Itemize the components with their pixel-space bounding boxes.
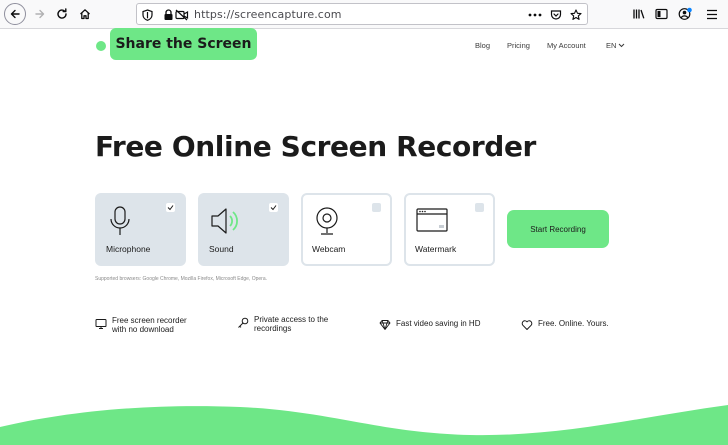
feature-line-1: Fast video saving in HD [396,319,481,328]
url-text[interactable]: https://screencapture.com [194,8,342,21]
sidebar-icon [654,8,668,20]
nav-blog[interactable]: Blog [475,41,490,50]
back-button[interactable] [4,3,26,25]
feature-item: Fast video saving in HD [379,319,480,331]
camera-blocked-icon[interactable] [174,7,190,23]
shield-icon[interactable] [139,7,155,23]
sound-label: Sound [209,244,234,254]
option-webcam[interactable]: Webcam [301,193,392,266]
supported-browsers-note: Supported browsers: Google Chrome, Mozil… [95,276,268,282]
back-icon [10,9,20,19]
bookmark-star-icon[interactable] [568,7,584,23]
diamond-icon [379,320,391,330]
webcam-checkbox[interactable] [372,203,381,212]
url-bar[interactable]: https://screencapture.com [136,3,588,25]
forward-button[interactable] [29,3,51,25]
library-button[interactable] [628,3,650,25]
nav-pricing[interactable]: Pricing [507,41,530,50]
sidebar-button[interactable] [650,3,672,25]
start-recording-button[interactable]: Start Recording [507,210,609,248]
heart-icon [521,320,533,330]
forward-icon [35,9,45,19]
library-icon [633,9,645,19]
language-label: EN [606,41,617,50]
microphone-icon [110,206,130,235]
microphone-checkbox[interactable] [166,203,175,212]
pocket-icon[interactable] [548,7,564,23]
account-button[interactable] [674,3,696,25]
page-title: Free Online Screen Recorder [95,130,536,163]
nav-language[interactable]: EN [606,41,625,50]
option-watermark[interactable]: Watermark [404,193,495,266]
feature-item: Free. Online. Yours. [521,319,609,331]
feature-item: Private access to the recordings [237,315,328,333]
site-logo-text: Share the Screen [115,36,252,52]
feature-line-1: Free. Online. Yours. [538,319,609,328]
key-icon [238,317,249,328]
watermark-icon [416,208,448,232]
browser-toolbar: https://screencapture.com [0,0,728,29]
webcam-label: Webcam [312,244,346,254]
watermark-checkbox[interactable] [475,203,484,212]
menu-button[interactable] [701,3,723,25]
reload-icon [57,8,67,19]
sound-checkbox[interactable] [269,203,278,212]
feature-line-2: with no download [112,325,174,334]
start-recording-label: Start Recording [530,224,586,234]
nav-my-account[interactable]: My Account [547,41,586,50]
monitor-icon [95,319,107,329]
feature-line-1: Private access to the [254,315,329,324]
feature-item: Free screen recorder with no download [95,316,187,334]
logo-dot [96,41,106,51]
check-icon [167,205,174,211]
menu-icon [707,9,717,19]
chevron-down-icon [619,43,625,48]
microphone-label: Microphone [106,244,151,254]
option-sound[interactable]: Sound [198,193,289,266]
check-icon [270,205,277,211]
watermark-label: Watermark [415,244,457,254]
webcam-icon [316,207,338,235]
more-icon[interactable] [527,7,543,23]
home-icon [80,9,90,20]
site-logo[interactable]: Share the Screen [110,28,257,60]
account-icon [678,7,692,20]
feature-line-2: recordings [254,324,292,333]
option-microphone[interactable]: Microphone [95,193,186,266]
reload-button[interactable] [51,3,73,25]
home-button[interactable] [74,3,96,25]
speaker-icon [211,208,238,234]
decorative-wave [0,405,728,445]
feature-line-1: Free screen recorder [112,316,187,325]
